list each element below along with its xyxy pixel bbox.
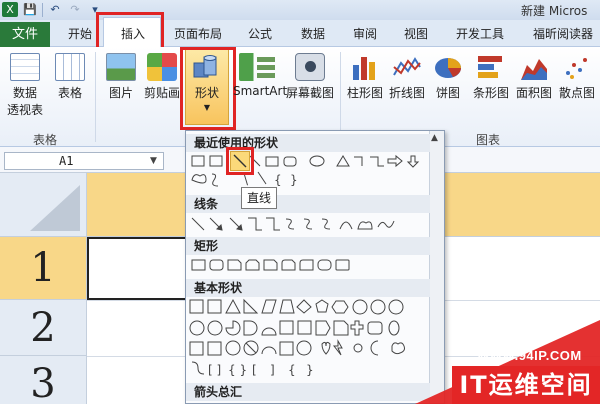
shapes-button[interactable]: 形状 ▼ bbox=[186, 53, 228, 112]
scatter-chart-button[interactable]: 散点图 bbox=[556, 53, 598, 101]
section-lines: 线条 bbox=[186, 195, 430, 213]
camera-icon bbox=[295, 53, 325, 81]
column-chart-label: 柱形图 bbox=[346, 86, 383, 100]
svg-text:}: } bbox=[290, 173, 298, 187]
picture-label: 图片 bbox=[108, 86, 133, 100]
pivot-table-icon bbox=[10, 53, 40, 81]
tab-file[interactable]: 文件 bbox=[0, 22, 50, 47]
section-basic-shapes: 基本形状 bbox=[186, 279, 430, 297]
window-title: 新建 Micros bbox=[521, 4, 588, 18]
tab-page-layout[interactable]: 页面布局 bbox=[174, 25, 222, 42]
picture-button[interactable]: 图片 bbox=[104, 53, 138, 101]
section-recent-shapes: 最近使用的形状 bbox=[186, 134, 430, 152]
scatter-chart-icon bbox=[562, 53, 592, 81]
svg-text:[ ]: [ ] bbox=[208, 363, 221, 377]
shapes-icon bbox=[192, 53, 222, 81]
bar-chart-icon bbox=[476, 53, 506, 81]
table-icon bbox=[55, 53, 85, 81]
tab-view[interactable]: 视图 bbox=[404, 25, 428, 42]
svg-text:\: \ bbox=[244, 173, 249, 187]
customize-qat-icon[interactable]: ▾ bbox=[87, 2, 103, 17]
group-separator bbox=[340, 52, 341, 142]
group-label-charts: 图表 bbox=[476, 133, 501, 147]
clipart-button[interactable]: 剪贴画 bbox=[141, 53, 183, 101]
chevron-down-icon[interactable]: ▼ bbox=[150, 156, 157, 166]
watermark-url: WWW.94IP.COM bbox=[477, 348, 582, 363]
scroll-up-icon[interactable]: ▲ bbox=[431, 133, 438, 143]
separator bbox=[42, 3, 43, 17]
group-label-tables: 表格 bbox=[33, 133, 58, 147]
clipart-icon bbox=[147, 53, 177, 81]
selected-cell-a1[interactable] bbox=[87, 237, 197, 300]
line-chart-label: 折线图 bbox=[388, 86, 425, 100]
tab-foxit-reader[interactable]: 福昕阅读器 bbox=[533, 25, 593, 42]
column-chart-button[interactable]: 柱形图 bbox=[345, 53, 385, 101]
redo-icon[interactable]: ↷ bbox=[67, 2, 83, 17]
group-separator bbox=[95, 52, 96, 142]
column-chart-icon bbox=[350, 53, 380, 81]
undo-icon[interactable]: ↶ bbox=[47, 2, 63, 17]
lines-row[interactable] bbox=[190, 215, 426, 233]
save-icon[interactable]: 💾 bbox=[22, 2, 38, 17]
pivot-label-2: 透视表 bbox=[6, 103, 43, 117]
screenshot-label: 屏幕截图 bbox=[285, 86, 334, 100]
table-label: 表格 bbox=[57, 86, 82, 100]
line-chart-icon bbox=[392, 53, 422, 81]
pivot-table-button[interactable]: 数据 透视表 bbox=[2, 53, 48, 118]
row-header-1[interactable]: 1 bbox=[0, 237, 87, 300]
title-bar: X 💾 ↶ ↷ ▾ 新建 Micros bbox=[0, 0, 600, 20]
svg-text:{ }: { } bbox=[228, 363, 247, 377]
tab-home[interactable]: 开始 bbox=[68, 25, 92, 42]
screenshot-button[interactable]: 屏幕截图 bbox=[284, 53, 336, 101]
name-box[interactable]: A1 bbox=[4, 152, 164, 170]
area-chart-button[interactable]: 面积图 bbox=[514, 53, 554, 101]
bar-chart-label: 条形图 bbox=[472, 86, 509, 100]
section-rectangles: 矩形 bbox=[186, 237, 430, 255]
watermark-brand: IT运维空间 bbox=[452, 366, 600, 404]
chevron-down-icon: ▼ bbox=[203, 103, 211, 112]
row-header-3[interactable]: 3 bbox=[0, 356, 87, 404]
excel-logo-icon[interactable]: X bbox=[2, 2, 18, 17]
select-all-triangle bbox=[30, 185, 80, 231]
name-box-value: A1 bbox=[59, 154, 74, 168]
pie-chart-label: 饼图 bbox=[435, 86, 460, 100]
scatter-chart-label: 散点图 bbox=[558, 86, 595, 100]
row-header-2[interactable]: 2 bbox=[0, 300, 87, 356]
tooltip: 直线 bbox=[241, 187, 277, 209]
recent-shapes-row[interactable]: \ { } bbox=[190, 154, 426, 190]
smartart-icon bbox=[239, 53, 275, 81]
area-chart-icon bbox=[519, 53, 549, 81]
shapes-label: 形状 bbox=[194, 86, 219, 100]
tab-insert[interactable]: 插入 bbox=[121, 25, 145, 42]
svg-text:}: } bbox=[306, 363, 314, 377]
picture-icon bbox=[106, 53, 136, 81]
bar-chart-button[interactable]: 条形图 bbox=[470, 53, 512, 101]
section-block-arrows: 箭头总汇 bbox=[186, 383, 430, 401]
tab-formulas[interactable]: 公式 bbox=[248, 25, 272, 42]
pie-chart-button[interactable]: 饼图 bbox=[432, 53, 464, 101]
pivot-label-1: 数据 bbox=[12, 86, 37, 100]
smartart-button[interactable]: SmartArt bbox=[233, 53, 288, 98]
tab-review[interactable]: 审阅 bbox=[353, 25, 377, 42]
basic-shapes-grid[interactable]: [ ] { } [ ] { } bbox=[188, 298, 428, 378]
clipart-label: 剪贴画 bbox=[143, 86, 180, 100]
rectangles-row[interactable] bbox=[190, 258, 426, 274]
tab-developer[interactable]: 开发工具 bbox=[456, 25, 504, 42]
svg-text:[: [ bbox=[252, 363, 257, 377]
table-button[interactable]: 表格 bbox=[52, 53, 88, 101]
line-chart-button[interactable]: 折线图 bbox=[386, 53, 428, 101]
svg-text:]: ] bbox=[270, 363, 275, 377]
pie-chart-icon bbox=[433, 53, 463, 81]
svg-text:{: { bbox=[288, 363, 296, 377]
smartart-label: SmartArt bbox=[233, 84, 288, 98]
quick-access-toolbar: X 💾 ↶ ↷ ▾ bbox=[2, 2, 103, 17]
tab-data[interactable]: 数据 bbox=[301, 25, 325, 42]
area-chart-label: 面积图 bbox=[515, 86, 552, 100]
svg-text:{: { bbox=[274, 173, 282, 187]
line-shape-selected[interactable] bbox=[230, 151, 250, 171]
